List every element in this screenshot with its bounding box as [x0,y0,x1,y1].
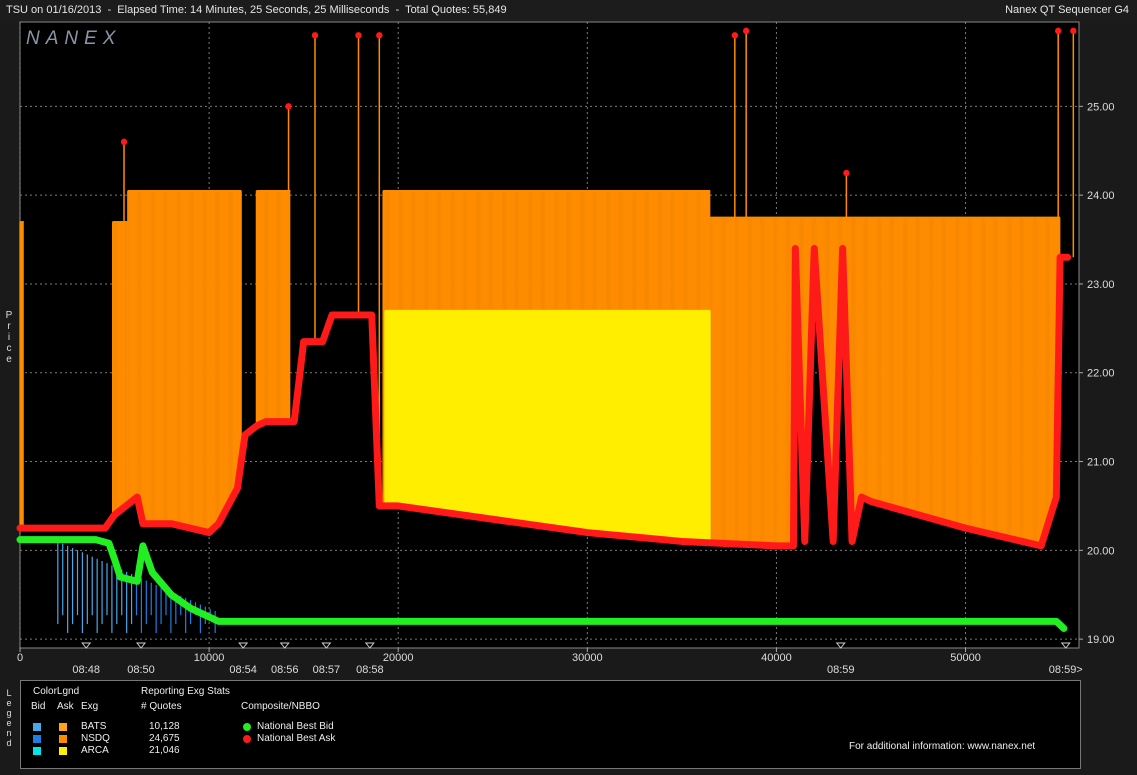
legend-col-bid: Bid [31,701,46,712]
y-tick-label: 23.00 [1087,279,1115,291]
legend-exg-quotes: 21,046 [149,745,180,756]
time-mark-label: 08:59 [827,664,855,675]
legend-exg-quotes: 10,128 [149,721,180,732]
legend-panel: ColorLgnd Bid Ask Exg Reporting Exg Stat… [20,680,1081,769]
legend-bid-swatch [33,723,41,731]
y-tick-label: 21.00 [1087,457,1115,469]
time-mark-label: 08:56 [271,664,299,675]
time-mark-label: 08:57 [313,664,341,675]
peak-marker [742,27,750,35]
title-bar: TSU on 01/16/2013 - Elapsed Time: 14 Min… [0,0,1137,20]
peak-marker [355,32,362,39]
legend-exg-name: NSDQ [81,733,110,744]
x-tick-label: 40000 [761,652,792,664]
time-mark-label: 08:58 [356,664,384,675]
time-mark-label: 08:50 [127,664,155,675]
legend-side-label: Legend [6,688,12,748]
legend-bid-swatch [33,735,41,743]
peak-marker [311,32,319,39]
y-tick-label: 20.00 [1087,545,1115,557]
legend-nbbo-dot [243,723,251,731]
time-mark-label: 08:59> [1049,664,1083,675]
peak-marker [731,32,739,39]
legend-info: For additional information: www.nanex.ne… [849,741,1036,752]
legend-nbbo-dot [243,735,251,743]
y-tick-label: 24.00 [1087,190,1115,202]
legend-stats-header: Reporting Exg Stats [141,686,230,697]
legend-nbbo-name: National Best Ask [257,733,336,744]
x-tick-label: 30000 [572,652,603,664]
peak-marker [120,138,128,146]
quote-chart: 19.00 20.00 21.00 22.00 23.00 24.00 25.00 0 1000… [0,20,1137,675]
legend-nbbo-header: Composite/NBBO [241,701,320,712]
legend-exg-quotes: 24,675 [149,733,180,744]
peak-marker [285,103,292,110]
legend-ask-swatch [59,723,67,731]
legend-exg-name: BATS [81,721,107,732]
peak-marker [376,32,383,39]
time-mark-label: 08:54 [229,664,257,675]
legend-exg-name: ARCA [81,745,109,756]
nanex-watermark: NANEX [26,28,121,49]
legend-col-ask: Ask [57,701,74,712]
y-tick-label: 19.00 [1087,634,1115,646]
peak-marker [1054,27,1062,35]
x-tick-label: 0 [17,652,23,664]
legend-nbbo-name: National Best Bid [257,721,334,732]
legend-col-quotes: # Quotes [141,701,182,712]
y-tick-label: 25.00 [1087,101,1115,113]
peak-marker [843,169,850,177]
peak-marker [1070,27,1077,35]
x-tick-label: 10000 [194,652,225,664]
legend-ask-swatch [59,747,67,755]
app-name: Nanex QT Sequencer G4 [1005,4,1129,16]
y-axis-label: Price [5,310,13,365]
legend-ask-swatch [59,735,67,743]
y-tick-label: 22.00 [1087,368,1115,380]
x-tick-label: 20000 [383,652,414,664]
time-mark-label: 08:48 [72,664,100,675]
x-tick-label: 50000 [950,652,981,664]
window-title: TSU on 01/16/2013 - Elapsed Time: 14 Min… [6,4,507,16]
legend-bid-swatch [33,747,41,755]
legend-colorlgnd: ColorLgnd [33,686,80,697]
legend-col-exg: Exg [81,701,99,712]
